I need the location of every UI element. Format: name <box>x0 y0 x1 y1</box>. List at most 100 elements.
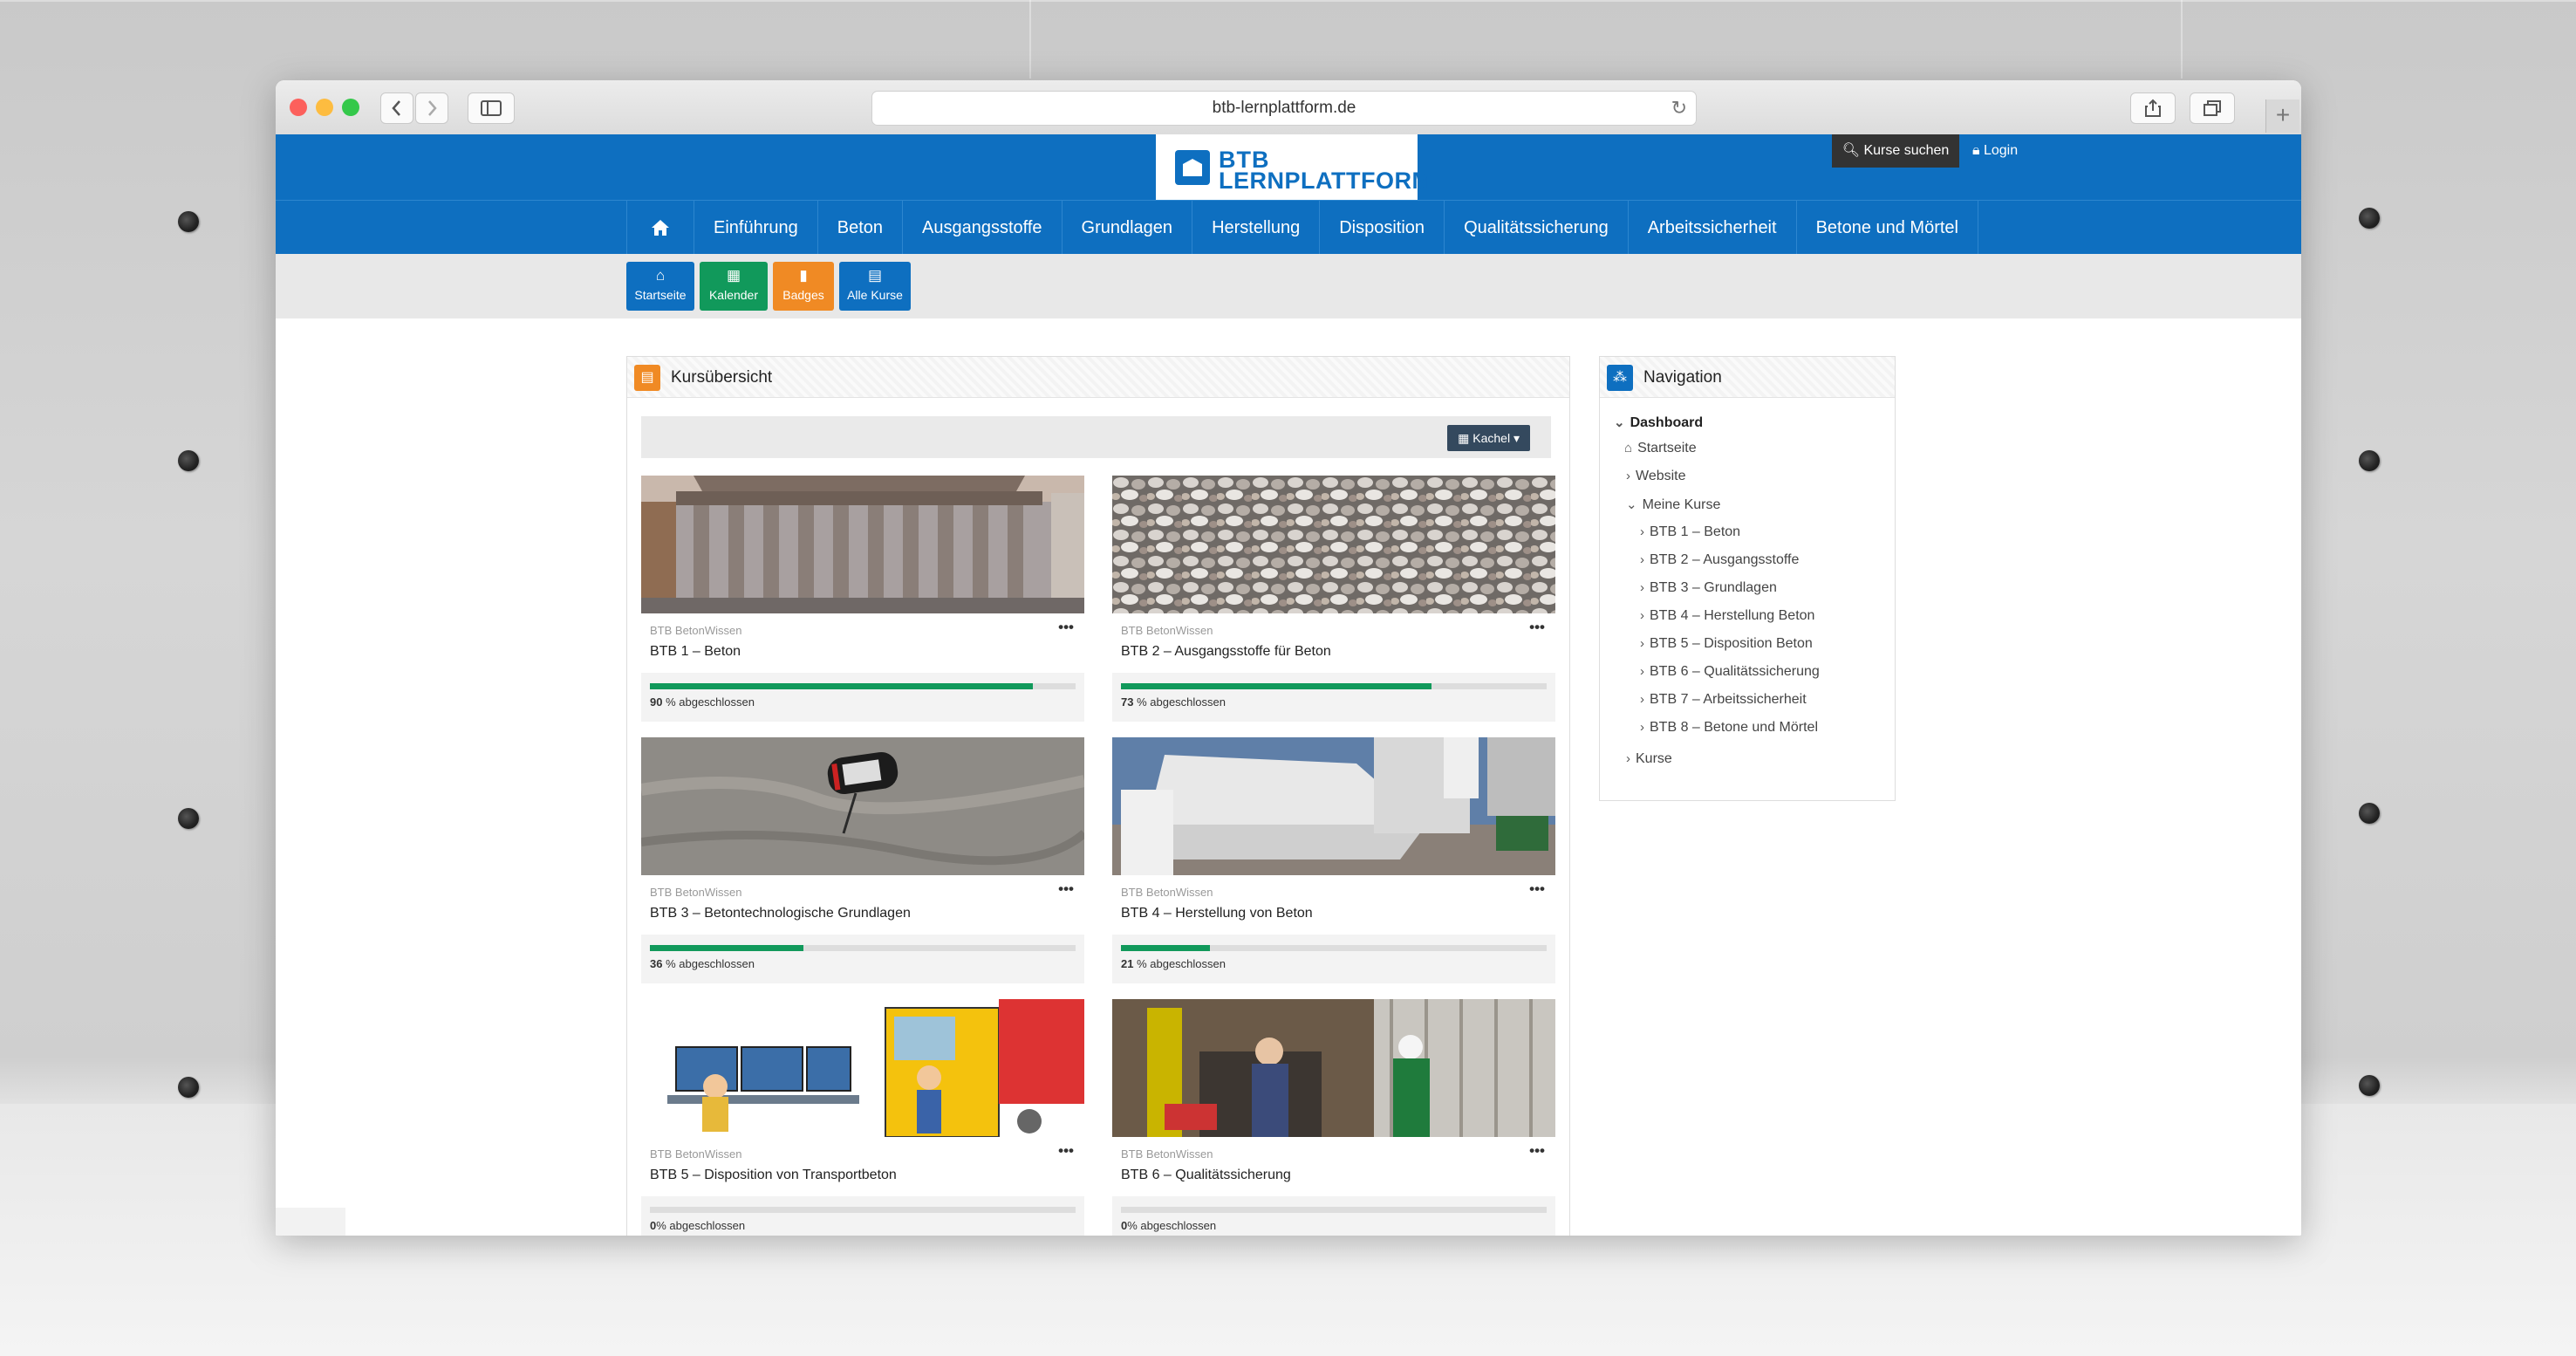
progress-fill <box>1121 683 1432 689</box>
login-label: Login <box>1983 143 2019 158</box>
wall-bolt <box>2359 803 2380 824</box>
more-options-icon[interactable]: ••• <box>1529 619 1545 636</box>
nav-item-grundlagen[interactable]: Grundlagen <box>1061 201 1192 255</box>
chevron-right-icon: › <box>1640 664 1644 679</box>
quicklink-kalender[interactable]: ▦ Kalender <box>700 262 768 311</box>
tree-item-course[interactable]: › BTB 4 – Herstellung Beton <box>1640 608 1814 624</box>
share-button[interactable] <box>2130 92 2176 124</box>
progress-value: 36 <box>650 957 663 970</box>
nav-item-betone-und-moertel[interactable]: Betone und Mörtel <box>1795 201 1978 255</box>
tree-label: BTB 3 – Grundlagen <box>1650 580 1777 595</box>
chevron-right-icon: › <box>1626 469 1630 483</box>
more-options-icon[interactable]: ••• <box>1058 1142 1074 1160</box>
tree-item-kurse[interactable]: › Kurse <box>1626 751 1672 767</box>
course-category: BTB BetonWissen <box>1121 624 1213 637</box>
tabs-button[interactable] <box>2190 92 2235 124</box>
reload-icon[interactable]: ↻ <box>1671 92 1687 125</box>
course-card[interactable]: BTB BetonWissen ••• BTB 3 – Betontechnol… <box>641 737 1084 983</box>
bookmark-icon: ▮ <box>799 267 808 284</box>
course-title[interactable]: BTB 3 – Betontechnologische Grundlagen <box>650 906 911 921</box>
progress-value: 21 <box>1121 957 1134 970</box>
more-options-icon[interactable]: ••• <box>1529 1142 1545 1160</box>
course-category: BTB BetonWissen <box>650 886 742 899</box>
zoom-window-button[interactable] <box>342 99 359 116</box>
nav-items: Einführung Beton Ausgangsstoffe Grundlag… <box>626 201 1978 255</box>
drawer-toggle[interactable] <box>276 1208 345 1236</box>
progress-text: 36 % abgeschlossen <box>650 957 755 970</box>
chevron-right-icon: › <box>1626 751 1630 766</box>
quicklink-badges[interactable]: ▮ Badges <box>773 262 834 311</box>
course-card[interactable]: BTB BetonWissen ••• BTB 6 – Qualitätssic… <box>1112 999 1555 1236</box>
home-icon <box>652 220 669 236</box>
quicklink-label: Badges <box>782 288 824 302</box>
course-image-thermometer <box>641 737 1084 875</box>
course-title[interactable]: BTB 1 – Beton <box>650 644 741 660</box>
tree-item-course[interactable]: › BTB 7 – Arbeitssicherheit <box>1640 692 1807 708</box>
more-options-icon[interactable]: ••• <box>1058 880 1074 898</box>
more-options-icon[interactable]: ••• <box>1058 619 1074 636</box>
tree-label: BTB 6 – Qualitätssicherung <box>1650 664 1820 679</box>
login-link[interactable]: 🔒︎ Login <box>1972 134 2018 168</box>
course-card[interactable]: BTB BetonWissen ••• BTB 1 – Beton 90 % a… <box>641 476 1084 722</box>
course-title[interactable]: BTB 2 – Ausgangsstoffe für Beton <box>1121 644 1331 660</box>
course-card[interactable]: BTB BetonWissen ••• BTB 5 – Disposition … <box>641 999 1084 1236</box>
nav-item-disposition[interactable]: Disposition <box>1319 201 1444 255</box>
course-search-button[interactable]: 🔍︎ Kurse suchen <box>1832 134 1959 168</box>
search-icon: 🔍︎ <box>1841 143 1860 158</box>
chevron-right-icon: › <box>1640 608 1644 623</box>
progress-track <box>1121 945 1547 951</box>
sidebar-toggle-button[interactable] <box>468 92 515 124</box>
new-tab-button[interactable]: + <box>2265 99 2299 133</box>
navigation-title: Navigation <box>1643 368 1722 387</box>
tree-item-course[interactable]: › BTB 8 – Betone und Mörtel <box>1640 720 1818 736</box>
progress-track <box>650 945 1076 951</box>
tree-item-course[interactable]: › BTB 3 – Grundlagen <box>1640 580 1777 596</box>
course-title[interactable]: BTB 6 – Qualitätssicherung <box>1121 1168 1291 1183</box>
view-mode-dropdown[interactable]: ▦ Kachel ▾ <box>1447 425 1530 451</box>
nav-item-beton[interactable]: Beton <box>817 201 902 255</box>
caret-down-icon: ▾ <box>1513 431 1520 445</box>
wall-seam <box>0 0 2576 2</box>
tree-item-startseite[interactable]: ⌂ Startseite <box>1624 441 1697 456</box>
course-card[interactable]: BTB BetonWissen ••• BTB 4 – Herstellung … <box>1112 737 1555 983</box>
forward-button[interactable] <box>415 92 448 124</box>
progress-value: 90 <box>650 695 663 709</box>
course-card[interactable]: BTB BetonWissen ••• BTB 2 – Ausgangsstof… <box>1112 476 1555 722</box>
tree-item-course[interactable]: › BTB 6 – Qualitätssicherung <box>1640 664 1820 680</box>
course-category: BTB BetonWissen <box>1121 1147 1213 1161</box>
tree-item-course[interactable]: › BTB 2 – Ausgangsstoffe <box>1640 552 1799 568</box>
course-title[interactable]: BTB 5 – Disposition von Transportbeton <box>650 1168 897 1183</box>
nav-item-herstellung[interactable]: Herstellung <box>1192 201 1319 255</box>
close-window-button[interactable] <box>290 99 307 116</box>
tree-item-meine-kurse[interactable]: ⌄ Meine Kurse <box>1626 497 1720 513</box>
tree-item-course[interactable]: › BTB 5 – Disposition Beton <box>1640 636 1813 652</box>
course-progress: 0% abgeschlossen <box>1112 1196 1555 1236</box>
quicklink-startseite[interactable]: ⌂ Startseite <box>626 262 694 311</box>
chevron-right-icon: › <box>1640 524 1644 539</box>
course-title[interactable]: BTB 4 – Herstellung von Beton <box>1121 906 1313 921</box>
lock-icon: 🔒︎ <box>1972 143 1980 158</box>
wall-bolt <box>178 211 199 232</box>
tree-label: Kurse <box>1636 751 1672 766</box>
nav-item-einfuehrung[interactable]: Einführung <box>694 201 817 255</box>
nav-item-ausgangsstoffe[interactable]: Ausgangsstoffe <box>902 201 1062 255</box>
progress-text: 21 % abgeschlossen <box>1121 957 1226 970</box>
tree-item-course[interactable]: › BTB 1 – Beton <box>1640 524 1740 540</box>
nav-item-arbeitssicherheit[interactable]: Arbeitssicherheit <box>1627 201 1796 255</box>
more-options-icon[interactable]: ••• <box>1529 880 1545 898</box>
tree-item-dashboard[interactable]: ⌄ Dashboard <box>1614 414 1703 431</box>
minimize-window-button[interactable] <box>316 99 333 116</box>
progress-label: % abgeschlossen <box>666 957 755 970</box>
site-logo[interactable]: BTB LERNPLATTFORM <box>1156 134 1431 208</box>
nav-item-qualitaetssicherung[interactable]: Qualitätssicherung <box>1444 201 1628 255</box>
quicklink-alle-kurse[interactable]: ▤ Alle Kurse <box>839 262 911 311</box>
address-bar[interactable]: btb-lernplattform.de ↻ <box>871 91 1697 126</box>
tree-label: Dashboard <box>1630 415 1704 430</box>
progress-label: % abgeschlossen <box>1127 1219 1217 1232</box>
tree-item-website[interactable]: › Website <box>1626 469 1686 484</box>
share-icon <box>2145 99 2161 117</box>
back-button[interactable] <box>380 92 413 124</box>
url-text: btb-lernplattform.de <box>1212 99 1356 117</box>
quicklink-label: Kalender <box>708 288 759 302</box>
nav-home[interactable] <box>626 201 694 255</box>
